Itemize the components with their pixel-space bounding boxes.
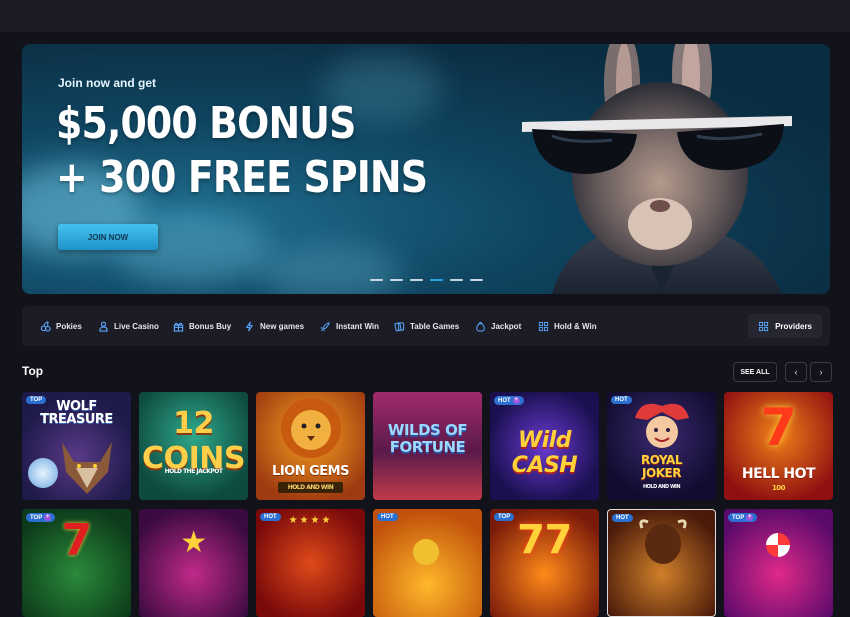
cherries-icon bbox=[40, 320, 51, 332]
game-title: HELL HOT bbox=[741, 466, 816, 482]
category-table-games[interactable]: Table Games bbox=[394, 306, 459, 346]
carousel-dot[interactable] bbox=[370, 279, 383, 281]
game-tile-lion-gems[interactable]: LION GEMS HOLD AND WIN bbox=[256, 392, 365, 500]
lightning-icon bbox=[245, 321, 254, 331]
category-label: Jackpot bbox=[491, 321, 522, 331]
plus-icon: + bbox=[512, 397, 520, 404]
chevron-left-icon: ‹ bbox=[794, 367, 798, 377]
game-title: Wild CASH bbox=[511, 428, 578, 478]
rocket-icon bbox=[320, 321, 330, 331]
game-subtitle: 100 bbox=[771, 484, 786, 492]
carousel-dot[interactable] bbox=[410, 279, 423, 281]
category-label: Bonus Buy bbox=[189, 321, 232, 331]
game-tile-royal-joker[interactable]: ROYAL JOKER HOLD AND WIN HOT bbox=[607, 392, 716, 500]
money-bag-icon bbox=[476, 321, 485, 332]
game-subtitle: HOLD AND WIN bbox=[287, 484, 334, 491]
game-tile-row2-3[interactable]: ★★★★ HOT bbox=[256, 509, 365, 617]
lion-artwork bbox=[281, 398, 341, 458]
moon-orb bbox=[28, 458, 58, 488]
category-bar: Pokies Live Casino Bonus Buy New games I… bbox=[22, 306, 830, 346]
hero-headline-spins: + 300 FREE SPINS bbox=[56, 152, 428, 203]
status-badge: HOT + bbox=[494, 396, 524, 405]
category-label: Table Games bbox=[410, 321, 460, 331]
plus-icon: + bbox=[746, 514, 754, 521]
category-live-casino[interactable]: Live Casino bbox=[98, 306, 159, 346]
status-badge: TOP bbox=[26, 396, 47, 404]
category-label: Pokies bbox=[56, 321, 82, 331]
carousel-dot[interactable] bbox=[470, 279, 483, 281]
status-badge: HOT bbox=[612, 514, 633, 522]
rabbit-with-sunglasses-image bbox=[522, 44, 792, 294]
category-hold-and-win[interactable]: Hold & Win bbox=[538, 306, 597, 346]
game-subtitle: HOLD THE JACKPOT bbox=[164, 468, 223, 475]
hero-headline-bonus: $5,000 BONUS bbox=[56, 98, 356, 149]
status-badge: HOT bbox=[260, 513, 281, 521]
status-badge: TOP + bbox=[728, 513, 758, 522]
game-tile-row2-5[interactable]: 77 TOP bbox=[490, 509, 599, 617]
game-title: WILDS OF FORTUNE bbox=[387, 421, 468, 456]
next-arrow-button[interactable]: › bbox=[810, 362, 832, 382]
game-tile-row2-6[interactable]: HOT bbox=[607, 509, 716, 617]
prev-arrow-button[interactable]: ‹ bbox=[785, 362, 807, 382]
chevron-right-icon: › bbox=[819, 367, 823, 377]
star-icon: ★ bbox=[180, 525, 207, 560]
game-title: ROYAL JOKER bbox=[641, 453, 683, 480]
promo-banner[interactable]: Join now and get $5,000 BONUS + 300 FREE… bbox=[22, 44, 830, 294]
top-header-bar bbox=[0, 0, 850, 32]
plus-icon: + bbox=[44, 514, 52, 521]
game-tile-row2-4[interactable]: HOT bbox=[373, 509, 482, 617]
section-title-top: Top bbox=[22, 364, 44, 378]
status-badge: HOT bbox=[377, 513, 398, 521]
game-tile-12-coins[interactable]: 12 COINS HOLD THE JACKPOT bbox=[139, 392, 248, 500]
category-label: Instant Win bbox=[336, 321, 380, 331]
category-jackpot[interactable]: Jackpot bbox=[475, 306, 521, 346]
game-tile-row2-7[interactable]: TOP + bbox=[724, 509, 833, 617]
sevens-symbol: 77 bbox=[517, 517, 572, 563]
buffalo-artwork bbox=[639, 519, 687, 564]
carousel-dot-active[interactable] bbox=[430, 279, 443, 281]
category-pokies[interactable]: Pokies bbox=[40, 306, 82, 346]
category-bonus-buy[interactable]: Bonus Buy bbox=[173, 306, 231, 346]
game-title: 12 COINS bbox=[142, 406, 245, 476]
cards-icon bbox=[394, 321, 405, 331]
see-all-button[interactable]: SEE ALL bbox=[733, 362, 777, 382]
game-tile-wilds-of-fortune[interactable]: WILDS OF FORTUNE bbox=[373, 392, 482, 500]
carousel-indicators bbox=[370, 279, 483, 281]
status-badge: HOT bbox=[611, 396, 632, 404]
carousel-dot[interactable] bbox=[450, 279, 463, 281]
category-instant-win[interactable]: Instant Win bbox=[320, 306, 379, 346]
join-now-button[interactable]: JOIN NOW bbox=[58, 224, 158, 250]
category-label: New games bbox=[260, 321, 305, 331]
providers-button[interactable]: Providers bbox=[748, 314, 822, 338]
category-label: Live Casino bbox=[114, 321, 159, 331]
providers-grid-icon bbox=[759, 321, 769, 331]
category-new-games[interactable]: New games bbox=[244, 306, 304, 346]
candy-artwork bbox=[766, 533, 790, 557]
dealer-icon bbox=[99, 321, 108, 332]
joker-artwork bbox=[635, 403, 689, 448]
game-subtitle: HOLD AND WIN bbox=[642, 484, 681, 490]
game-tile-row2-2[interactable]: ★ bbox=[139, 509, 248, 617]
wolf-artwork bbox=[62, 442, 112, 494]
grid-icon bbox=[538, 321, 549, 331]
game-tile-hell-hot[interactable]: 7 HELL HOT 100 bbox=[724, 392, 833, 500]
game-tile-wild-cash[interactable]: Wild CASH HOT + bbox=[490, 392, 599, 500]
game-tile-wolf-treasure[interactable]: WOLF TREASURE TOP bbox=[22, 392, 131, 500]
game-title: LION GEMS bbox=[272, 464, 349, 479]
hero-kicker-text: Join now and get bbox=[58, 76, 156, 90]
seven-symbol: 7 bbox=[760, 398, 797, 458]
seven-symbol: 7 bbox=[61, 515, 92, 566]
gift-icon bbox=[173, 322, 184, 332]
carousel-dot[interactable] bbox=[390, 279, 403, 281]
coin-artwork bbox=[413, 539, 439, 565]
game-tile-row2-1[interactable]: 7 TOP + bbox=[22, 509, 131, 617]
status-badge: TOP + bbox=[26, 513, 56, 522]
category-label: Hold & Win bbox=[554, 321, 597, 331]
status-badge: TOP bbox=[494, 513, 515, 521]
providers-label: Providers bbox=[775, 321, 812, 331]
